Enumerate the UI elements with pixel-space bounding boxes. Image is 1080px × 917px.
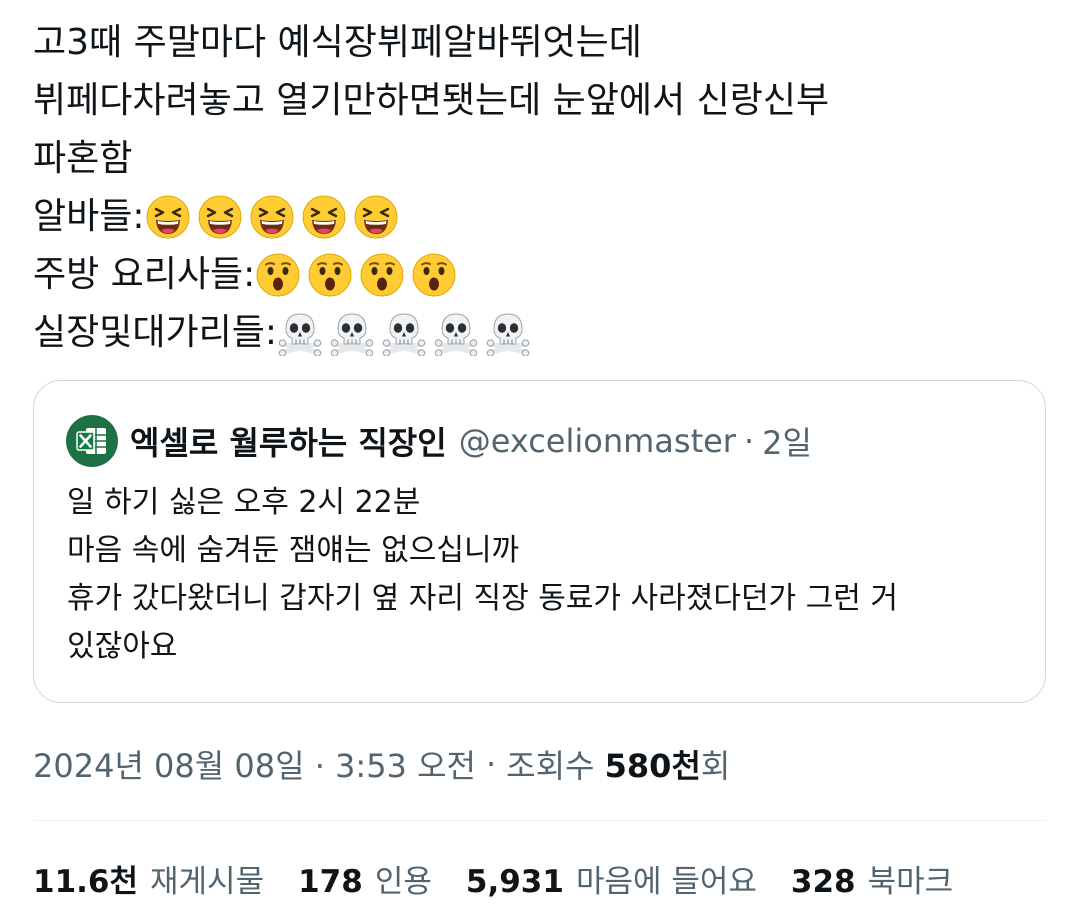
astonished-face-emoji — [359, 252, 405, 298]
laughing-face-emoji — [145, 194, 191, 240]
astonished-face-emoji — [307, 252, 353, 298]
laughing-face-emoji — [301, 194, 347, 240]
likes-label: 마음에 들어요 — [575, 864, 757, 900]
reaction-label: 실장및대가리들: — [33, 312, 277, 353]
tweet-text: 고3때 주말마다 예식장뷔페알바뛰엇는데 뷔페다차려놓고 열기만하면됏는데 눈앞… — [33, 14, 1043, 362]
laughing-emoji-row — [145, 194, 405, 240]
laughing-face-emoji — [353, 194, 399, 240]
tweet-line: 파혼함 — [33, 138, 133, 179]
astonished-face-emoji — [411, 252, 457, 298]
quotes-stat[interactable]: 178 인용 — [298, 856, 432, 901]
quoted-line: 있잖아요 — [67, 629, 178, 664]
skull-emoji-row — [277, 310, 537, 356]
laughing-face-emoji — [249, 194, 295, 240]
quotes-count: 178 — [298, 864, 363, 900]
quoted-tweet-text: 일 하기 싫은 오후 2시 22분 마음 속에 숨겨둔 잼얘는 없으십니까 휴가… — [67, 479, 1017, 671]
separator-dot: · — [743, 422, 755, 460]
astonished-face-emoji — [255, 252, 301, 298]
quoted-display-name[interactable]: 엑셀로 월루하는 직장인 — [130, 418, 447, 464]
reaction-label: 알바들: — [33, 196, 145, 237]
separator-dot: · — [485, 745, 497, 783]
bookmarks-stat[interactable]: 328 북마크 — [791, 856, 953, 901]
views-count: 580천 — [604, 747, 701, 785]
engagement-stats: 11.6천 재게시물 178 인용 5,931 마음에 들어요 328 북마크 — [33, 856, 987, 901]
skull-and-crossbones-emoji — [485, 310, 531, 356]
views-label: 조회수 — [506, 747, 595, 785]
retweets-count: 11.6천 — [33, 864, 139, 900]
reaction-line-parttimers: 알바들: — [33, 188, 1043, 246]
reaction-label: 주방 요리사들: — [33, 254, 256, 295]
skull-and-crossbones-emoji — [381, 310, 427, 356]
skull-and-crossbones-emoji — [277, 310, 323, 356]
quoted-tweet-card[interactable]: 엑셀로 월루하는 직장인 @excelionmaster · 2일 일 하기 싫… — [33, 380, 1046, 703]
tweet-line: 고3때 주말마다 예식장뷔페알바뛰엇는데 — [33, 22, 642, 63]
laughing-face-emoji — [197, 194, 243, 240]
bookmarks-label: 북마크 — [867, 864, 954, 900]
views-suffix: 회 — [700, 747, 731, 785]
quoted-handle[interactable]: @excelionmaster — [459, 422, 736, 460]
retweets-label: 재게시물 — [150, 864, 265, 900]
quoted-line: 마음 속에 숨겨둔 잼얘는 없으십니까 — [67, 533, 520, 568]
reaction-line-managers: 실장및대가리들: — [33, 304, 1043, 362]
excel-logo-icon[interactable] — [66, 415, 118, 467]
skull-and-crossbones-emoji — [329, 310, 375, 356]
quoted-line: 일 하기 싫은 오후 2시 22분 — [67, 485, 421, 520]
quoted-timestamp[interactable]: 2일 — [762, 418, 812, 464]
skull-and-crossbones-emoji — [433, 310, 479, 356]
tweet-datetime[interactable]: 2024년 08월 08일 · 3:53 오전 — [33, 741, 476, 787]
astonished-emoji-row — [255, 252, 463, 298]
quotes-label: 인용 — [374, 864, 432, 900]
divider — [33, 820, 1047, 821]
retweets-stat[interactable]: 11.6천 재게시물 — [33, 856, 264, 901]
likes-count: 5,931 — [465, 864, 564, 900]
quoted-line: 휴가 갔다왔더니 갑자기 옆 자리 직장 동료가 사라졌다던가 그런 거 — [67, 581, 899, 616]
quoted-tweet-header: 엑셀로 월루하는 직장인 @excelionmaster · 2일 — [66, 415, 812, 467]
reaction-line-cooks: 주방 요리사들: — [33, 246, 1043, 304]
tweet-line: 뷔페다차려놓고 열기만하면됏는데 눈앞에서 신랑신부 — [33, 80, 830, 121]
tweet-meta: 2024년 08월 08일 · 3:53 오전 · 조회수 580천 회 — [33, 741, 730, 787]
bookmarks-count: 328 — [790, 864, 856, 900]
likes-stat[interactable]: 5,931 마음에 들어요 — [466, 856, 757, 901]
